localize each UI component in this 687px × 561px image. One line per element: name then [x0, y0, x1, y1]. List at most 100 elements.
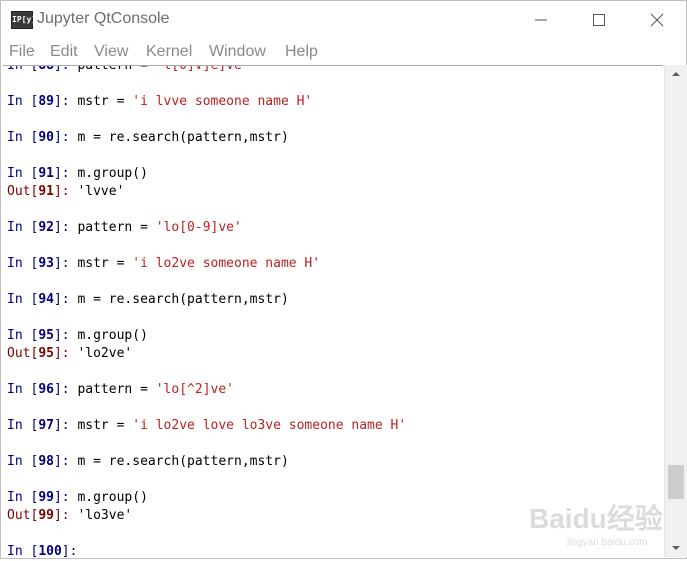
code-text: pattern =: [77, 382, 156, 397]
maximize-icon: [593, 14, 605, 26]
in-prompt-close: ]:: [53, 256, 78, 271]
in-prompt-close: ]:: [53, 490, 78, 505]
in-prompt-label: In [: [7, 65, 39, 73]
console-output[interactable]: In [88]: pattern = 'l[0]v]e]ve' In [89]: …: [3, 65, 663, 557]
baidu-watermark: Baidu经验 jingyan.baidu.com: [529, 497, 679, 557]
in-prompt-close: ]:: [53, 382, 78, 397]
in-prompt-number: 99: [38, 490, 54, 505]
in-prompt-number: 98: [38, 454, 54, 469]
vertical-scrollbar[interactable]: [664, 65, 687, 557]
code-text: mstr =: [77, 94, 133, 109]
in-prompt-number: 88: [38, 65, 54, 73]
string-literal: 'l[0]v]e]ve': [155, 65, 250, 73]
input-line: In [95]: m.group(): [7, 328, 148, 343]
code-text: m.group(): [77, 328, 148, 343]
input-line: In [99]: m.group(): [7, 490, 148, 505]
in-prompt-label: In [: [7, 256, 39, 271]
menu-help[interactable]: Help: [285, 43, 318, 61]
in-prompt-number: 100: [38, 544, 62, 557]
output-line: Out[91]: 'lvve': [7, 184, 124, 199]
out-prompt-number: 95: [38, 346, 54, 361]
menu-bar: File Edit View Kernel Window Help: [1, 39, 686, 65]
output-line: Out[99]: 'lo3ve': [7, 508, 132, 523]
code-text: m = re.search(pattern,mstr): [77, 130, 289, 145]
code-text: m.group(): [77, 490, 148, 505]
in-prompt-number: 96: [38, 382, 54, 397]
menu-view[interactable]: View: [94, 43, 128, 61]
menu-edit[interactable]: Edit: [50, 43, 78, 61]
output-line: Out[95]: 'lo2ve': [7, 346, 132, 361]
input-line: In [90]: m = re.search(pattern,mstr): [7, 130, 289, 145]
scroll-up-arrow-icon: [672, 72, 680, 76]
string-literal: 'i lvve someone name H': [132, 94, 313, 109]
input-line: In [97]: mstr = 'i lo2ve love lo3ve some…: [7, 418, 406, 433]
in-prompt-number: 95: [38, 328, 54, 343]
in-prompt-close: ]:: [61, 544, 86, 557]
in-prompt-close: ]:: [53, 220, 78, 235]
string-literal: 'lo[0-9]ve': [155, 220, 242, 235]
in-prompt-close: ]:: [53, 454, 78, 469]
in-prompt-label: In [: [7, 166, 39, 181]
code-text: pattern =: [77, 220, 156, 235]
input-line: In [96]: pattern = 'lo[^2]ve': [7, 382, 234, 397]
input-line: In [92]: pattern = 'lo[0-9]ve': [7, 220, 242, 235]
input-line: In [94]: m = re.search(pattern,mstr): [7, 292, 289, 307]
ipython-app-icon: IP[y]: [11, 11, 36, 29]
string-literal: 'i lo2ve love lo3ve someone name H': [132, 418, 407, 433]
out-prompt-number: 91: [38, 184, 54, 199]
code-text: m = re.search(pattern,mstr): [77, 292, 289, 307]
in-prompt-label: In [: [7, 490, 39, 505]
in-prompt-number: 92: [38, 220, 54, 235]
window-title: Jupyter QtConsole: [37, 10, 170, 27]
in-prompt-label: In [: [7, 418, 39, 433]
output-value: 'lvve': [77, 184, 125, 199]
code-text: mstr =: [77, 256, 133, 271]
in-prompt-number: 97: [38, 418, 54, 433]
in-prompt-label: In [: [7, 130, 39, 145]
watermark-logo-text: Baidu经验: [529, 503, 663, 534]
out-prompt-close: ]:: [53, 346, 78, 361]
in-prompt-number: 89: [38, 94, 54, 109]
input-line: In [98]: m = re.search(pattern,mstr): [7, 454, 289, 469]
string-literal: 'i lo2ve someone name H': [132, 256, 321, 271]
scroll-up-button[interactable]: [665, 65, 687, 83]
in-prompt-close: ]:: [53, 292, 78, 307]
code-text: pattern =: [77, 65, 156, 73]
code-text: m = re.search(pattern,mstr): [77, 454, 289, 469]
input-line: In [91]: m.group(): [7, 166, 148, 181]
input-line: In [89]: mstr = 'i lvve someone name H': [7, 94, 312, 109]
title-bar[interactable]: IP[y] Jupyter QtConsole: [1, 1, 686, 39]
in-prompt-close: ]:: [53, 328, 78, 343]
in-prompt-label: In [: [7, 94, 39, 109]
in-prompt-close: ]:: [53, 418, 78, 433]
close-icon: [650, 13, 664, 27]
output-value: 'lo2ve': [77, 346, 133, 361]
in-prompt-close: ]:: [53, 65, 78, 73]
in-prompt-number: 91: [38, 166, 54, 181]
in-prompt-number: 90: [38, 130, 54, 145]
in-prompt-label: In [: [7, 328, 39, 343]
minimize-button[interactable]: [512, 1, 570, 39]
input-line: In [88]: pattern = 'l[0]v]e]ve': [7, 65, 250, 73]
menu-file[interactable]: File: [9, 43, 35, 61]
qtconsole-window: IP[y] Jupyter QtConsole File Edit View K…: [0, 0, 687, 559]
out-prompt-label: Out[: [7, 508, 39, 523]
in-prompt-label: In [: [7, 382, 39, 397]
in-prompt-close: ]:: [53, 130, 78, 145]
in-prompt-close: ]:: [53, 166, 78, 181]
out-prompt-close: ]:: [53, 184, 78, 199]
watermark-url: jingyan.baidu.com: [567, 537, 648, 548]
input-line: In [100]:: [7, 544, 85, 557]
in-prompt-number: 94: [38, 292, 54, 307]
out-prompt-label: Out[: [7, 346, 39, 361]
output-value: 'lo3ve': [77, 508, 133, 523]
string-literal: 'lo[^2]ve': [155, 382, 235, 397]
maximize-button[interactable]: [570, 1, 628, 39]
code-text: m.group(): [77, 166, 148, 181]
close-button[interactable]: [628, 1, 686, 39]
out-prompt-label: Out[: [7, 184, 39, 199]
scrollbar-thumb[interactable]: [668, 465, 684, 499]
menu-window[interactable]: Window: [209, 43, 266, 61]
in-prompt-label: In [: [7, 544, 39, 557]
menu-kernel[interactable]: Kernel: [146, 43, 192, 61]
